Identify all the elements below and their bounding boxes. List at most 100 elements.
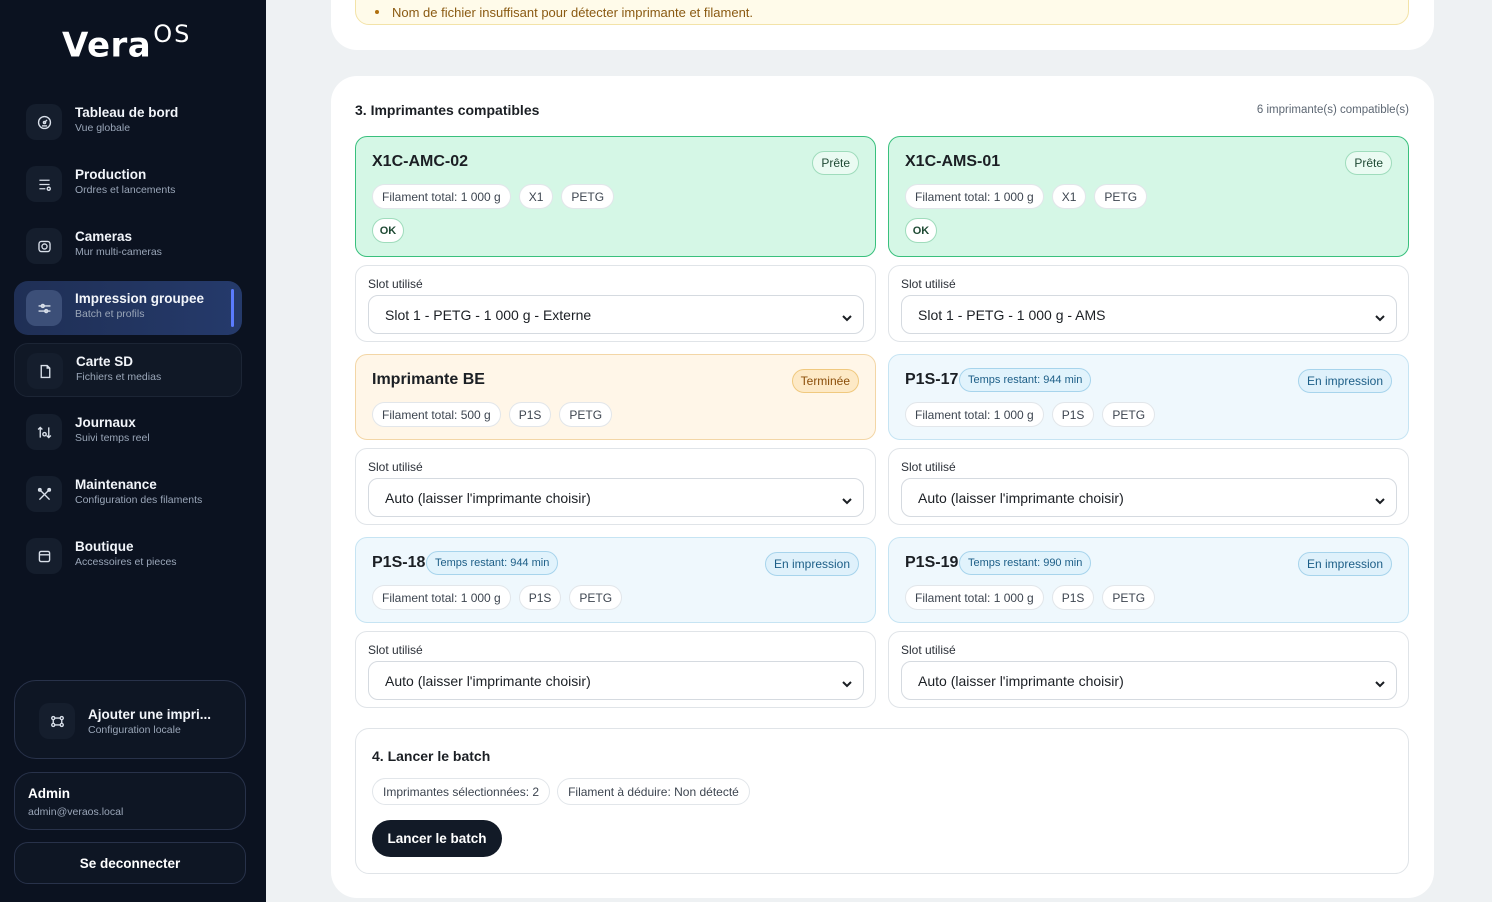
slot-box: Slot utilisé Auto (laisser l'imprimante … [888,448,1409,525]
nav-subtitle: Mur multi-cameras [75,246,162,258]
printer-card[interactable]: P1S-19 Temps restant: 990 min En impress… [888,537,1409,623]
nav-title: Maintenance [75,477,157,492]
logout-button[interactable]: Se deconnecter [14,842,246,884]
slot-label: Slot utilisé [901,460,956,474]
active-indicator [231,289,234,327]
slot-select[interactable]: Slot 1 - PETG - 1 000 g - Externe [368,295,864,334]
material-chip: PETG [559,402,613,427]
material-chip: PETG [1102,402,1156,427]
warning-text: Nom de fichier insuffisant pour détecter… [374,5,754,20]
batch-section: 4. Lancer le batch Imprimantes sélection… [355,728,1409,874]
slot-box: Slot utilisé Slot 1 - PETG - 1 000 g - A… [888,265,1409,342]
nav-item-cameras[interactable]: Cameras Mur multi-cameras [14,219,242,273]
nav-subtitle: Vue globale [75,122,131,134]
material-chip: PETG [1094,184,1148,209]
time-remaining-badge: Temps restant: 990 min [959,551,1092,575]
nav-title: Cameras [75,229,133,244]
add-printer-title: Ajouter une impri... [88,707,212,722]
status-badge: Prête [812,151,859,175]
chevron-down-icon [1375,676,1385,688]
printer-network-icon [39,703,75,739]
nav-subtitle: Suivi temps reel [75,432,150,444]
nav-item-dashboard[interactable]: Tableau de bord Vue globale [14,95,242,149]
printer-card[interactable]: X1C-AMS-01 Prête Filament total: 1 000 g… [888,136,1409,257]
status-badge: En impression [1297,552,1392,576]
printer-name: Imprimante BE [372,371,485,388]
dashboard-icon [26,104,62,140]
slot-select[interactable]: Auto (laisser l'imprimante choisir) [368,661,864,700]
add-printer-button[interactable]: Ajouter une impri... Configuration locale [14,680,246,759]
ok-badge: OK [372,218,404,243]
slot-box: Slot utilisé Auto (laisser l'imprimante … [355,631,876,708]
slot-label: Slot utilisé [368,277,423,291]
slot-select[interactable]: Slot 1 - PETG - 1 000 g - AMS [901,295,1397,334]
slot-box: Slot utilisé Auto (laisser l'imprimante … [355,448,876,525]
nav-subtitle: Configuration des filaments [75,494,203,506]
sidebar: VeraOS Tableau de bord Vue globale Produc… [0,0,266,902]
brand-logo[interactable]: VeraOS [62,20,191,65]
filament-chip: Filament total: 1 000 g [905,402,1044,427]
slot-label: Slot utilisé [368,460,423,474]
printer-name: P1S-19 [905,554,959,571]
nav-subtitle: Batch et profils [75,308,145,320]
slot-box: Slot utilisé Slot 1 - PETG - 1 000 g - E… [355,265,876,342]
material-chip: PETG [561,184,615,209]
slot-select[interactable]: Auto (laisser l'imprimante choisir) [901,478,1397,517]
add-printer-subtitle: Configuration locale [88,724,181,736]
time-remaining-badge: Temps restant: 944 min [426,551,559,575]
status-badge: En impression [1297,369,1392,393]
status-badge: Terminée [791,369,859,393]
batch-title: 4. Lancer le batch [372,748,491,764]
nav-item-shop[interactable]: Boutique Accessoires et pieces [14,529,242,583]
nav-subtitle: Fichiers et medias [76,371,162,383]
user-name: Admin [28,786,70,801]
model-chip: P1S [1051,585,1095,610]
printer-name: X1C-AMS-01 [905,153,1001,170]
launch-batch-button[interactable]: Lancer le batch [372,820,502,857]
nav-item-sd-card[interactable]: Carte SD Fichiers et medias [14,343,242,397]
slot-label: Slot utilisé [368,643,423,657]
slot-label: Slot utilisé [901,643,956,657]
printer-card[interactable]: P1S-17 Temps restant: 944 min En impress… [888,354,1409,440]
status-badge: En impression [764,552,859,576]
nav-title: Boutique [75,539,134,554]
nav-title: Journaux [75,415,136,430]
list-icon [26,166,62,202]
filament-chip: Filament total: 1 000 g [372,585,511,610]
filament-chip: Filament total: 1 000 g [905,184,1044,209]
time-remaining-badge: Temps restant: 944 min [959,368,1092,392]
slot-select[interactable]: Auto (laisser l'imprimante choisir) [368,478,864,517]
user-card[interactable]: Admin admin@veraos.local [14,772,246,830]
nav-title: Impression groupee [75,291,205,306]
sliders-icon [26,290,62,326]
printer-card[interactable]: Imprimante BE Terminée Filament total: 5… [355,354,876,440]
arrows-icon [26,414,62,450]
camera-icon [26,228,62,264]
model-chip: X1 [518,184,554,209]
model-chip: P1S [508,402,552,427]
material-chip: PETG [1102,585,1156,610]
slot-box: Slot utilisé Auto (laisser l'imprimante … [888,631,1409,708]
nav-item-logs[interactable]: Journaux Suivi temps reel [14,405,242,459]
section-title: 3. Imprimantes compatibles [355,102,540,118]
nav-item-batch-print[interactable]: Impression groupee Batch et profils [14,281,242,335]
chevron-down-icon [842,676,852,688]
model-chip: X1 [1051,184,1087,209]
warning-box: Nom de fichier insuffisant pour détecter… [355,0,1409,25]
slot-label: Slot utilisé [901,277,956,291]
printer-card[interactable]: P1S-18 Temps restant: 944 min En impress… [355,537,876,623]
nav-item-production[interactable]: Production Ordres et lancements [14,157,242,211]
printer-name: P1S-17 [905,371,959,388]
nav-title: Tableau de bord [75,105,179,120]
slot-select[interactable]: Auto (laisser l'imprimante choisir) [901,661,1397,700]
chevron-down-icon [1375,493,1385,505]
tools-icon [26,476,62,512]
shop-icon [26,538,62,574]
user-email: admin@veraos.local [28,806,124,818]
printer-card[interactable]: X1C-AMC-02 Prête Filament total: 1 000 g… [355,136,876,257]
filament-chip: Filament total: 1 000 g [905,585,1044,610]
chevron-down-icon [842,310,852,322]
material-chip: PETG [569,585,623,610]
nav-title: Production [75,167,147,182]
nav-item-maintenance[interactable]: Maintenance Configuration des filaments [14,467,242,521]
